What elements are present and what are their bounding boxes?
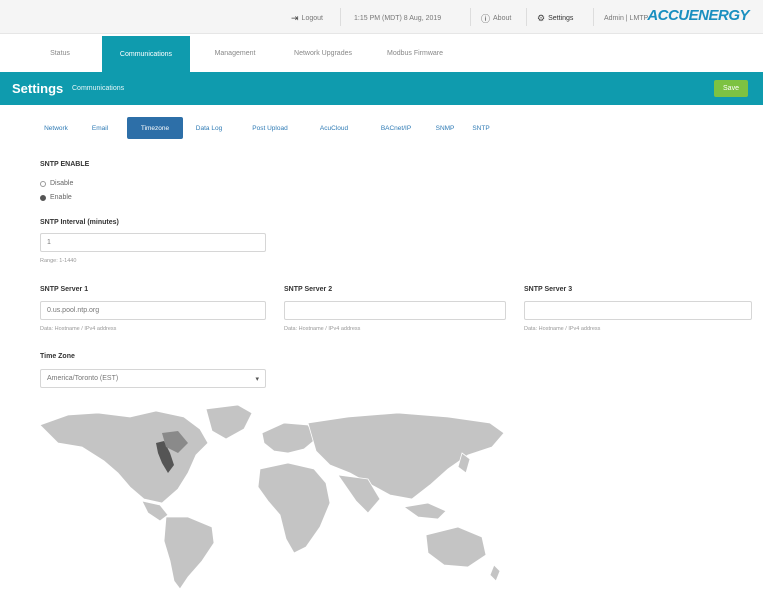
logout-icon: ⇥ <box>291 12 299 23</box>
page-subtitle: Communications <box>72 85 125 92</box>
tab-network-upgrades[interactable]: Network Upgrades <box>280 34 366 72</box>
divider <box>593 8 594 26</box>
subtab-email[interactable]: Email <box>84 119 116 137</box>
subtab-snmp[interactable]: SNMP <box>430 119 460 137</box>
sntp-server1-help: Data: Hostname / IPv4 address <box>40 326 117 332</box>
subtab-sntp[interactable]: SNTP <box>466 119 496 137</box>
map-region-europe <box>261 422 317 454</box>
page-title: Settings <box>12 81 64 96</box>
map-region-north-america <box>39 410 209 504</box>
datetime-text: 1:15 PM (MDT) 8 Aug, 2019 <box>354 14 442 22</box>
main-nav: Status Communications Management Network… <box>0 34 763 72</box>
sntp-server1-value: 0.us.pool.ntp.org <box>47 307 100 314</box>
sntp-server3-input[interactable] <box>524 301 752 320</box>
page-header: Settings Communications Save <box>0 72 763 105</box>
radio-disable[interactable]: Disable <box>40 180 73 187</box>
sntp-server1-input[interactable]: 0.us.pool.ntp.org <box>40 301 266 320</box>
map-region-southeast-asia <box>402 502 447 520</box>
map-region-south-america <box>163 516 215 589</box>
info-icon: ⓘ <box>481 13 491 24</box>
user-label: Admin | LMTP <box>604 14 649 22</box>
sntp-interval-help: Range: 1-1440 <box>40 258 77 264</box>
sntp-interval-label: SNTP Interval (minutes) <box>40 219 119 226</box>
logout-label: Logout <box>301 14 323 22</box>
sub-tabs: Network Email Timezone Data Log Post Upl… <box>0 115 763 139</box>
datetime-display: 1:15 PM (MDT) 8 Aug, 2019 <box>354 10 441 26</box>
map-region-africa <box>257 462 331 554</box>
radio-disable-label: Disable <box>50 180 74 187</box>
radio-enable-label: Enable <box>50 194 72 201</box>
divider <box>340 8 341 26</box>
map-region-central-america <box>141 500 169 522</box>
subtab-post-upload[interactable]: Post Upload <box>238 119 302 137</box>
map-region-asia <box>307 412 505 500</box>
sntp-interval-value: 1 <box>47 239 51 246</box>
subtab-bacnet[interactable]: BACnet/IP <box>368 119 424 137</box>
timezone-select[interactable]: America/Toronto (EST) ▾ <box>40 369 266 388</box>
subtab-network[interactable]: Network <box>34 119 78 137</box>
subtab-acucloud[interactable]: AcuCloud <box>308 119 360 137</box>
timezone-world-map[interactable] <box>38 403 508 589</box>
radio-circle <box>40 180 46 187</box>
about-link[interactable]: ⓘ About <box>481 10 511 26</box>
about-label: About <box>493 14 512 22</box>
map-region-australia <box>425 526 487 568</box>
radio-circle-selected <box>40 194 46 201</box>
tab-status[interactable]: Status <box>30 34 90 72</box>
sntp-server2-label: SNTP Server 2 <box>284 286 333 293</box>
settings-label: Settings <box>548 14 574 22</box>
timezone-value: America/Toronto (EST) <box>47 375 119 382</box>
radio-enable[interactable]: Enable <box>40 194 72 201</box>
timezone-label: Time Zone <box>40 353 75 360</box>
divider <box>526 8 527 26</box>
tab-management[interactable]: Management <box>196 34 274 72</box>
tab-communications[interactable]: Communications <box>102 36 190 72</box>
brand-logo: ACCUENERGY <box>647 7 749 24</box>
subtab-data-log[interactable]: Data Log <box>188 119 230 137</box>
map-region-new-zealand <box>489 564 501 582</box>
map-region-greenland <box>205 404 253 440</box>
user-menu[interactable]: Admin | LMTP <box>604 10 648 26</box>
logout-link[interactable]: ⇥ Logout <box>291 10 323 26</box>
top-utility-bar: ⇥ Logout 1:15 PM (MDT) 8 Aug, 2019 ⓘ Abo… <box>0 0 763 34</box>
sntp-server3-help: Data: Hostname / IPv4 address <box>524 326 601 332</box>
sntp-server1-label: SNTP Server 1 <box>40 286 89 293</box>
gear-icon: ⚙ <box>537 12 546 23</box>
sntp-interval-input[interactable]: 1 <box>40 233 266 252</box>
tab-modbus-firmware[interactable]: Modbus Firmware <box>372 34 458 72</box>
sntp-server2-input[interactable] <box>284 301 506 320</box>
divider <box>470 8 471 26</box>
sntp-server3-label: SNTP Server 3 <box>524 286 573 293</box>
sntp-server2-help: Data: Hostname / IPv4 address <box>284 326 361 332</box>
subtab-timezone[interactable]: Timezone <box>127 117 183 139</box>
save-button[interactable]: Save <box>714 80 748 97</box>
chevron-down-icon: ▾ <box>255 376 259 383</box>
sntp-enable-label: SNTP ENABLE <box>40 161 90 168</box>
settings-link[interactable]: ⚙ Settings <box>537 10 573 26</box>
